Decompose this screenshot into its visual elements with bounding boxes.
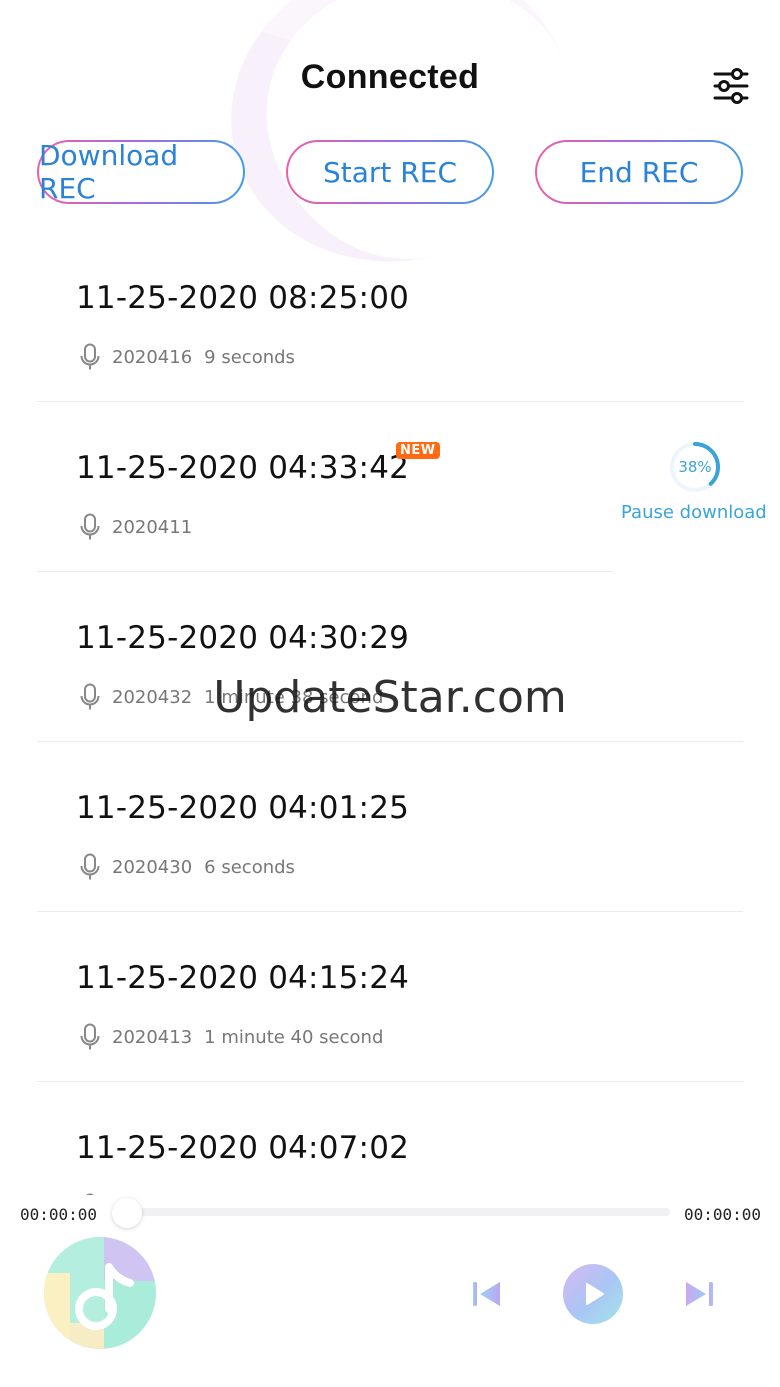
recording-id: 2020430 xyxy=(112,856,193,878)
seek-thumb[interactable] xyxy=(112,1198,142,1228)
microphone-icon xyxy=(80,853,100,880)
recording-datetime: 11-25-2020 04:07:02 xyxy=(76,1130,410,1166)
recording-duration: 6 seconds xyxy=(204,856,295,878)
recording-datetime: 11-25-2020 04:30:29 xyxy=(76,620,410,656)
recording-duration: 1 minute 38 second xyxy=(204,686,384,708)
microphone-icon xyxy=(80,513,100,540)
recording-id: 2020416 xyxy=(112,346,193,368)
recording-datetime: 11-25-2020 08:25:00 xyxy=(76,280,410,316)
sliders-icon xyxy=(713,68,749,104)
download-rec-label: Download REC xyxy=(39,139,243,205)
recording-datetime: 11-25-2020 04:33:42 xyxy=(76,450,410,486)
recording-id: 2020432 xyxy=(112,686,193,708)
elapsed-time: 00:00:00 xyxy=(20,1205,98,1224)
recording-item[interactable]: 11-25-2020 08:25:00 2020416 9 seconds xyxy=(0,232,780,402)
download-progress-label: 38% xyxy=(678,458,712,476)
recording-meta: 2020430 6 seconds xyxy=(80,852,295,882)
next-button[interactable] xyxy=(682,1277,716,1311)
album-art[interactable] xyxy=(44,1237,156,1349)
page-title: Connected xyxy=(300,58,480,96)
download-progress: 38% xyxy=(668,440,722,494)
recording-meta: 2020416 9 seconds xyxy=(80,342,295,372)
start-rec-label: Start REC xyxy=(288,142,492,202)
play-icon xyxy=(563,1264,623,1324)
audio-player: 00:00:00 00:00:00 xyxy=(0,1195,780,1387)
recording-meta: 2020411 xyxy=(80,512,192,542)
microphone-icon xyxy=(80,683,100,710)
recording-datetime: 11-25-2020 04:15:24 xyxy=(76,960,410,996)
previous-button[interactable] xyxy=(470,1277,504,1311)
end-rec-label: End REC xyxy=(537,142,741,202)
recording-meta: 2020413 1 minute 40 second xyxy=(80,1022,383,1052)
download-rec-button[interactable]: Download REC xyxy=(37,139,245,205)
start-rec-button[interactable]: Start REC xyxy=(286,140,494,204)
recording-item[interactable]: 11-25-2020 04:33:42 NEW 2020411 38% Paus… xyxy=(0,402,780,572)
recording-duration: 9 seconds xyxy=(204,346,295,368)
recording-item[interactable]: 11-25-2020 04:30:29 2020432 1 minute 38 … xyxy=(0,572,780,742)
new-badge: NEW xyxy=(396,442,440,459)
play-button[interactable] xyxy=(562,1263,624,1325)
recording-id: 2020413 xyxy=(112,1026,193,1048)
recording-list[interactable]: 11-25-2020 08:25:00 2020416 9 seconds 11… xyxy=(0,232,780,1198)
recording-id: 2020411 xyxy=(112,516,193,538)
recording-item[interactable]: 11-25-2020 04:07:02 xyxy=(0,1082,780,1198)
recording-meta: 2020432 1 minute 38 second xyxy=(80,682,383,712)
skip-previous-icon xyxy=(473,1282,500,1306)
recording-duration: 1 minute 40 second xyxy=(204,1026,384,1048)
end-rec-button[interactable]: End REC xyxy=(535,140,743,204)
settings-button[interactable] xyxy=(712,68,750,104)
music-note-icon xyxy=(44,1237,156,1349)
skip-next-icon xyxy=(686,1282,713,1306)
recording-item[interactable]: 11-25-2020 04:15:24 2020413 1 minute 40 … xyxy=(0,912,780,1082)
microphone-icon xyxy=(80,1023,100,1050)
total-time: 00:00:00 xyxy=(684,1205,762,1224)
seek-track[interactable] xyxy=(116,1208,670,1216)
microphone-icon xyxy=(80,343,100,370)
recording-datetime: 11-25-2020 04:01:25 xyxy=(76,790,410,826)
recording-item[interactable]: 11-25-2020 04:01:25 2020430 6 seconds xyxy=(0,742,780,912)
pause-download-button[interactable]: Pause download xyxy=(621,502,767,523)
